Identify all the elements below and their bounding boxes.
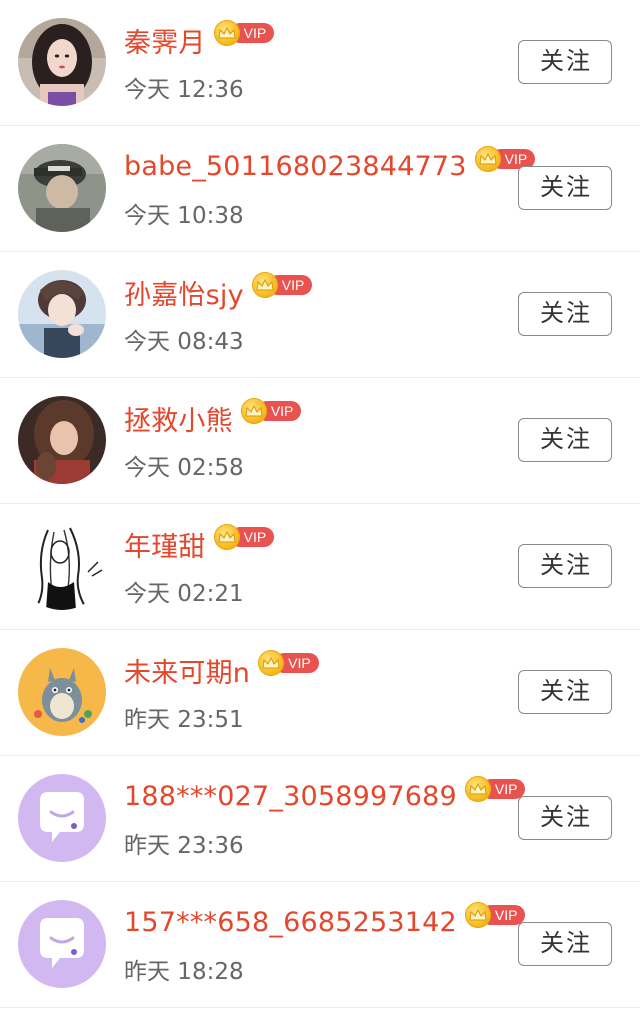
avatar[interactable] <box>18 18 106 106</box>
vip-badge: VIP <box>464 902 526 928</box>
follow-button[interactable]: 关注 <box>518 796 612 840</box>
follow-button[interactable]: 关注 <box>518 418 612 462</box>
user-name[interactable]: 未来可期n <box>124 651 250 690</box>
crown-icon <box>474 146 501 172</box>
list-item[interactable]: 157***658_6685253142 VIP 昨天 18:28 关注 <box>0 882 640 1008</box>
user-name[interactable]: 孙嘉怡sjy <box>124 273 244 312</box>
vip-badge: VIP <box>258 650 319 676</box>
totoro-icon <box>18 648 106 736</box>
avatar[interactable] <box>18 648 106 736</box>
vip-badge: VIP <box>240 398 302 424</box>
crown-icon <box>240 398 267 424</box>
crown-icon <box>251 272 278 298</box>
follow-button[interactable]: 关注 <box>518 670 612 714</box>
timestamp: 昨天 18:28 <box>124 959 244 985</box>
timestamp: 今天 12:36 <box>124 77 244 103</box>
list-item[interactable]: 拯救小熊 VIP 今天 02:58 关注 <box>0 378 640 504</box>
avatar[interactable] <box>18 396 106 484</box>
timestamp: 今天 02:58 <box>124 455 244 481</box>
user-name[interactable]: 188***027_3058997689 <box>124 781 457 812</box>
avatar-sketch-icon <box>18 522 106 610</box>
user-name[interactable]: babe_501168023844773 <box>124 151 467 182</box>
crown-icon <box>258 650 285 676</box>
list-item[interactable]: babe_501168023844773 VIP 今天 10:38 关注 <box>0 126 640 252</box>
list-item[interactable]: 未来可期n VIP 昨天 23:51 关注 <box>0 630 640 756</box>
user-name[interactable]: 拯救小熊 <box>124 399 233 438</box>
vip-badge: VIP <box>213 524 275 550</box>
chat-bubble-icon <box>18 900 106 988</box>
follow-button[interactable]: 关注 <box>518 40 612 84</box>
avatar[interactable] <box>18 774 106 862</box>
crown-icon <box>213 20 240 46</box>
list-item[interactable]: 秦霁月 VIP 今天 12:36 关注 <box>0 0 640 126</box>
list-item[interactable]: 188***027_3058997689 VIP 昨天 23:36 关注 <box>0 756 640 882</box>
timestamp: 昨天 23:36 <box>124 833 244 859</box>
list-item[interactable]: 孙嘉怡sjy VIP 今天 08:43 关注 <box>0 252 640 378</box>
user-list: 秦霁月 VIP 今天 12:36 关注 babe_501168023844773… <box>0 0 640 1008</box>
follow-button[interactable]: 关注 <box>518 292 612 336</box>
list-item[interactable]: 年瑾甜 VIP 今天 02:21 关注 <box>0 504 640 630</box>
avatar-photo-icon <box>18 18 106 106</box>
avatar-photo-icon <box>18 396 106 484</box>
avatar[interactable] <box>18 522 106 610</box>
follow-button[interactable]: 关注 <box>518 166 612 210</box>
avatar-photo-icon <box>18 144 106 232</box>
crown-icon <box>213 524 240 550</box>
user-name[interactable]: 年瑾甜 <box>124 525 206 564</box>
crown-icon <box>464 776 491 802</box>
timestamp: 今天 08:43 <box>124 329 244 355</box>
crown-icon <box>464 902 491 928</box>
timestamp: 昨天 23:51 <box>124 707 244 733</box>
vip-badge: VIP <box>464 776 526 802</box>
avatar[interactable] <box>18 144 106 232</box>
follow-button[interactable]: 关注 <box>518 544 612 588</box>
avatar[interactable] <box>18 270 106 358</box>
follow-button[interactable]: 关注 <box>518 922 612 966</box>
timestamp: 今天 10:38 <box>124 203 244 229</box>
user-name[interactable]: 秦霁月 <box>124 21 206 60</box>
vip-badge: VIP <box>251 272 313 298</box>
avatar[interactable] <box>18 900 106 988</box>
avatar-anime-icon <box>18 270 106 358</box>
timestamp: 今天 02:21 <box>124 581 244 607</box>
user-name[interactable]: 157***658_6685253142 <box>124 907 457 938</box>
chat-bubble-icon <box>18 774 106 862</box>
vip-badge: VIP <box>213 20 275 46</box>
